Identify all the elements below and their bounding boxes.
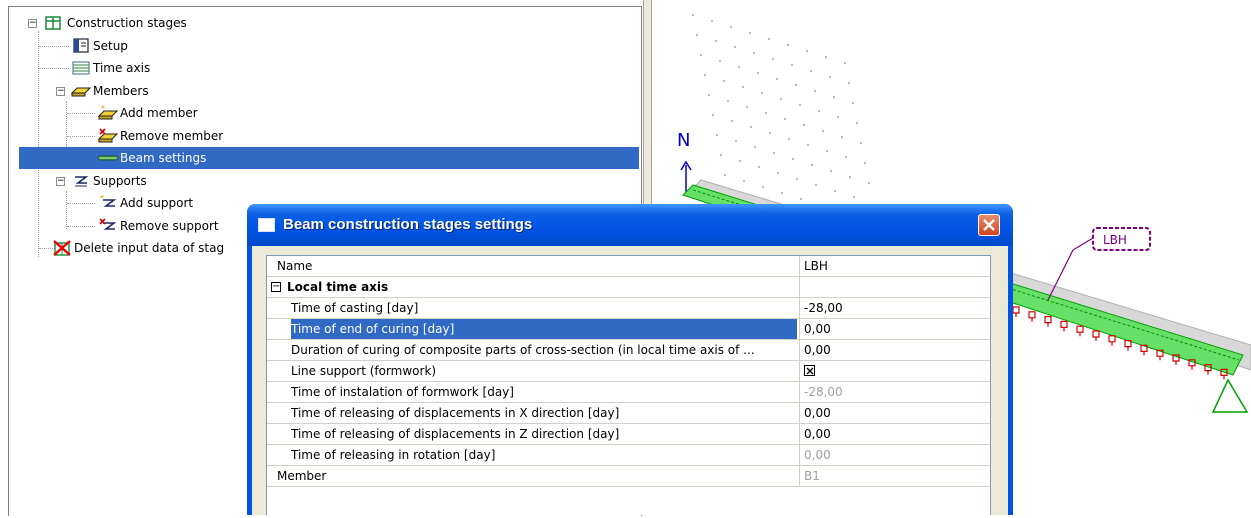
- tree-item-remove-member[interactable]: Remove member: [9, 125, 639, 147]
- dialog-title: Beam construction stages settings: [283, 216, 533, 233]
- property-name: Time of releasing of displacements in Z …: [291, 427, 620, 441]
- collapse-icon[interactable]: −: [28, 19, 37, 28]
- property-name: Duration of curing of composite parts of…: [291, 343, 755, 357]
- property-value: [799, 277, 974, 297]
- property-value[interactable]: LBH: [799, 256, 974, 276]
- property-name: Time of releasing of displacements in X …: [291, 406, 620, 420]
- tree-item-label: Beam settings: [120, 151, 207, 165]
- category-label: Local time axis: [287, 280, 389, 294]
- property-row-releasing-x[interactable]: Time of releasing of displacements in X …: [267, 403, 990, 424]
- property-name: Line support (formwork): [291, 364, 437, 378]
- collapse-icon[interactable]: −: [56, 87, 65, 96]
- add-member-icon: *: [98, 105, 118, 120]
- beam-settings-icon: [98, 155, 118, 161]
- line-support-checkbox[interactable]: [804, 365, 815, 376]
- axis-label-n: N: [677, 130, 690, 151]
- collapse-icon[interactable]: −: [56, 177, 65, 186]
- tree-item-label: Construction stages: [67, 16, 187, 30]
- dialog-title-bar[interactable]: Beam construction stages settings: [247, 204, 1013, 246]
- dot-grid: [692, 14, 870, 200]
- property-row-name[interactable]: Name LBH: [267, 256, 990, 277]
- tree-item-setup[interactable]: Setup: [9, 35, 639, 57]
- tree-item-label: Remove member: [120, 129, 224, 143]
- svg-text:*: *: [101, 105, 105, 113]
- supports-icon: [75, 176, 89, 187]
- members-icon: [71, 87, 91, 97]
- close-icon: [983, 219, 995, 231]
- property-value: -28,00: [799, 382, 974, 402]
- property-value[interactable]: 0,00: [799, 319, 974, 339]
- time-axis-icon: [72, 61, 90, 75]
- setup-icon: [73, 38, 89, 53]
- property-value: [799, 361, 974, 381]
- property-row-releasing-z[interactable]: Time of releasing of displacements in Z …: [267, 424, 990, 445]
- property-row-time-of-casting[interactable]: Time of casting [day] -28,00: [267, 298, 990, 319]
- property-name: Member: [277, 469, 327, 483]
- tree-item-construction-stages[interactable]: − Construction stages: [9, 12, 639, 34]
- tree-item-label: Remove support: [120, 219, 219, 233]
- property-grid: Name LBH − Local time axis Time of casti…: [266, 255, 991, 515]
- member-label: LBH: [1103, 233, 1127, 247]
- property-row-releasing-rotation[interactable]: Time of releasing in rotation [day] 0,00: [267, 445, 990, 466]
- window-icon: [258, 218, 275, 232]
- collapse-icon[interactable]: −: [271, 282, 281, 292]
- property-value: 0,00: [799, 445, 974, 465]
- property-row-member[interactable]: Member B1: [267, 466, 990, 487]
- tree-item-label: Delete input data of stag: [74, 241, 225, 255]
- remove-support-icon: [99, 218, 117, 230]
- svg-text:*: *: [100, 195, 104, 203]
- tree-item-supports[interactable]: − Supports: [9, 170, 639, 192]
- axis-arrow-icon: [680, 160, 692, 192]
- property-name: Time of casting [day]: [291, 301, 419, 315]
- property-row-time-of-end-of-curing[interactable]: Time of end of curing [day] 0,00: [267, 319, 990, 340]
- property-row-duration-of-curing[interactable]: Duration of curing of composite parts of…: [267, 340, 990, 361]
- add-support-icon: *: [100, 195, 117, 207]
- tree-item-add-member[interactable]: * Add member: [9, 102, 639, 124]
- property-name: Time of instalation of formwork [day]: [291, 385, 514, 399]
- close-button[interactable]: [978, 214, 1000, 236]
- tree-item-label: Supports: [93, 174, 147, 188]
- property-row-line-support[interactable]: Line support (formwork): [267, 361, 990, 382]
- property-name: Time of end of curing [day]: [291, 319, 797, 339]
- property-category-local-time-axis[interactable]: − Local time axis: [267, 277, 990, 298]
- tree-item-label: Time axis: [93, 61, 151, 75]
- property-row-time-of-installation-of-formwork[interactable]: Time of instalation of formwork [day] -2…: [267, 382, 990, 403]
- dialog-body: Name LBH − Local time axis Time of casti…: [252, 246, 1008, 515]
- remove-member-icon: [98, 128, 118, 143]
- tree-item-label: Members: [93, 84, 149, 98]
- property-value: B1: [799, 466, 974, 486]
- property-name: Name: [277, 259, 313, 273]
- tree-item-time-axis[interactable]: Time axis: [9, 57, 639, 79]
- delete-input-data-icon: [53, 240, 71, 256]
- property-value[interactable]: -28,00: [799, 298, 974, 318]
- beam-construction-stages-dialog: Beam construction stages settings Name L…: [247, 204, 1013, 515]
- tree-item-beam-settings[interactable]: Beam settings: [19, 147, 639, 169]
- tree-item-label: Setup: [93, 39, 128, 53]
- tree-item-label: Add support: [120, 196, 194, 210]
- tree-item-label: Add member: [120, 106, 198, 120]
- property-value[interactable]: 0,00: [799, 340, 974, 360]
- end-support-icon: [1211, 378, 1249, 413]
- construction-stages-icon: [45, 16, 61, 30]
- property-value[interactable]: 0,00: [799, 403, 974, 423]
- property-name: Time of releasing in rotation [day]: [291, 448, 496, 462]
- property-value[interactable]: 0,00: [799, 424, 974, 444]
- tree-item-members[interactable]: − Members: [9, 80, 639, 102]
